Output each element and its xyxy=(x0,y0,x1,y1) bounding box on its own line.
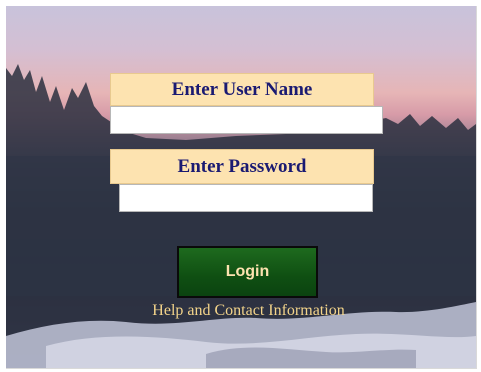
username-input[interactable] xyxy=(110,106,383,134)
username-label: Enter User Name xyxy=(110,73,374,106)
login-panel: Enter User Name Enter Password Login Hel… xyxy=(6,6,477,369)
help-contact-link[interactable]: Help and Contact Information xyxy=(126,302,371,320)
password-label: Enter Password xyxy=(110,149,374,184)
login-button[interactable]: Login xyxy=(177,246,318,298)
password-input[interactable] xyxy=(119,184,373,212)
